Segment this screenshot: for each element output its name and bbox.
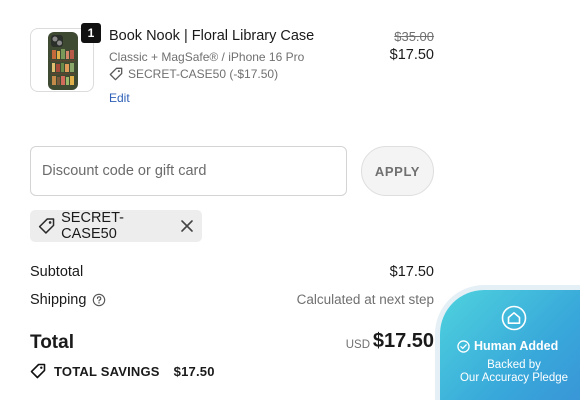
item-price: $17.50 [389, 47, 434, 63]
shipping-value: Calculated at next step [296, 292, 434, 307]
discount-code-input[interactable] [30, 146, 347, 196]
total-label: Total [30, 332, 74, 353]
applied-discount-code: SECRET-CASE50 [61, 210, 124, 242]
apply-button[interactable]: APPLY [361, 146, 434, 196]
original-price: $35.00 [394, 29, 434, 44]
item-discount-text: SECRET-CASE50 (-$17.50) [128, 67, 279, 81]
subtotal-value: $17.50 [389, 264, 434, 280]
accuracy-pledge-badge[interactable]: Human Added Backed by Our Accuracy Pledg… [440, 290, 580, 400]
check-circle-icon [457, 339, 470, 353]
product-name: Book Nook | Floral Library Case [109, 28, 315, 44]
product-variant: Classic + MagSafe® / iPhone 16 Pro [109, 50, 305, 64]
applied-discount-chip: SECRET-CASE50 [30, 210, 202, 242]
total-row: Total USD $17.50 [30, 330, 434, 360]
product-thumbnail: 1 [30, 23, 101, 92]
shipping-label: Shipping [30, 292, 87, 308]
savings-amount: $17.50 [173, 363, 215, 379]
subtotal-label: Subtotal [30, 264, 84, 280]
shipping-label-group: Shipping [30, 292, 106, 308]
quantity-badge: 1 [81, 23, 101, 43]
item-discount: SECRET-CASE50 (-$17.50) [109, 67, 278, 81]
total-savings: TOTAL SAVINGS $17.50 [30, 363, 215, 379]
shield-home-icon [501, 305, 527, 331]
question-circle-icon[interactable] [92, 293, 106, 307]
total-amount: $17.50 [372, 330, 434, 352]
tag-icon [109, 67, 123, 81]
cart-line-item: 1 Book Nook | Floral Library Case Classi… [30, 23, 434, 108]
tag-icon [30, 363, 46, 379]
total-currency: USD [345, 339, 370, 351]
tag-icon [38, 218, 55, 234]
pledge-subtitle-1: Backed by [487, 359, 541, 371]
shipping-row: Shipping Calculated at next step [30, 292, 434, 312]
close-icon [181, 220, 193, 232]
pledge-title-row: Human Added [457, 339, 558, 353]
edit-link[interactable]: Edit [109, 91, 130, 105]
pledge-title: Human Added [474, 339, 559, 353]
pledge-subtitle-2: Our Accuracy Pledge [459, 372, 569, 384]
subtotal-row: Subtotal $17.50 [30, 264, 434, 284]
savings-label: TOTAL SAVINGS [54, 363, 160, 379]
remove-discount-button[interactable] [180, 219, 194, 233]
